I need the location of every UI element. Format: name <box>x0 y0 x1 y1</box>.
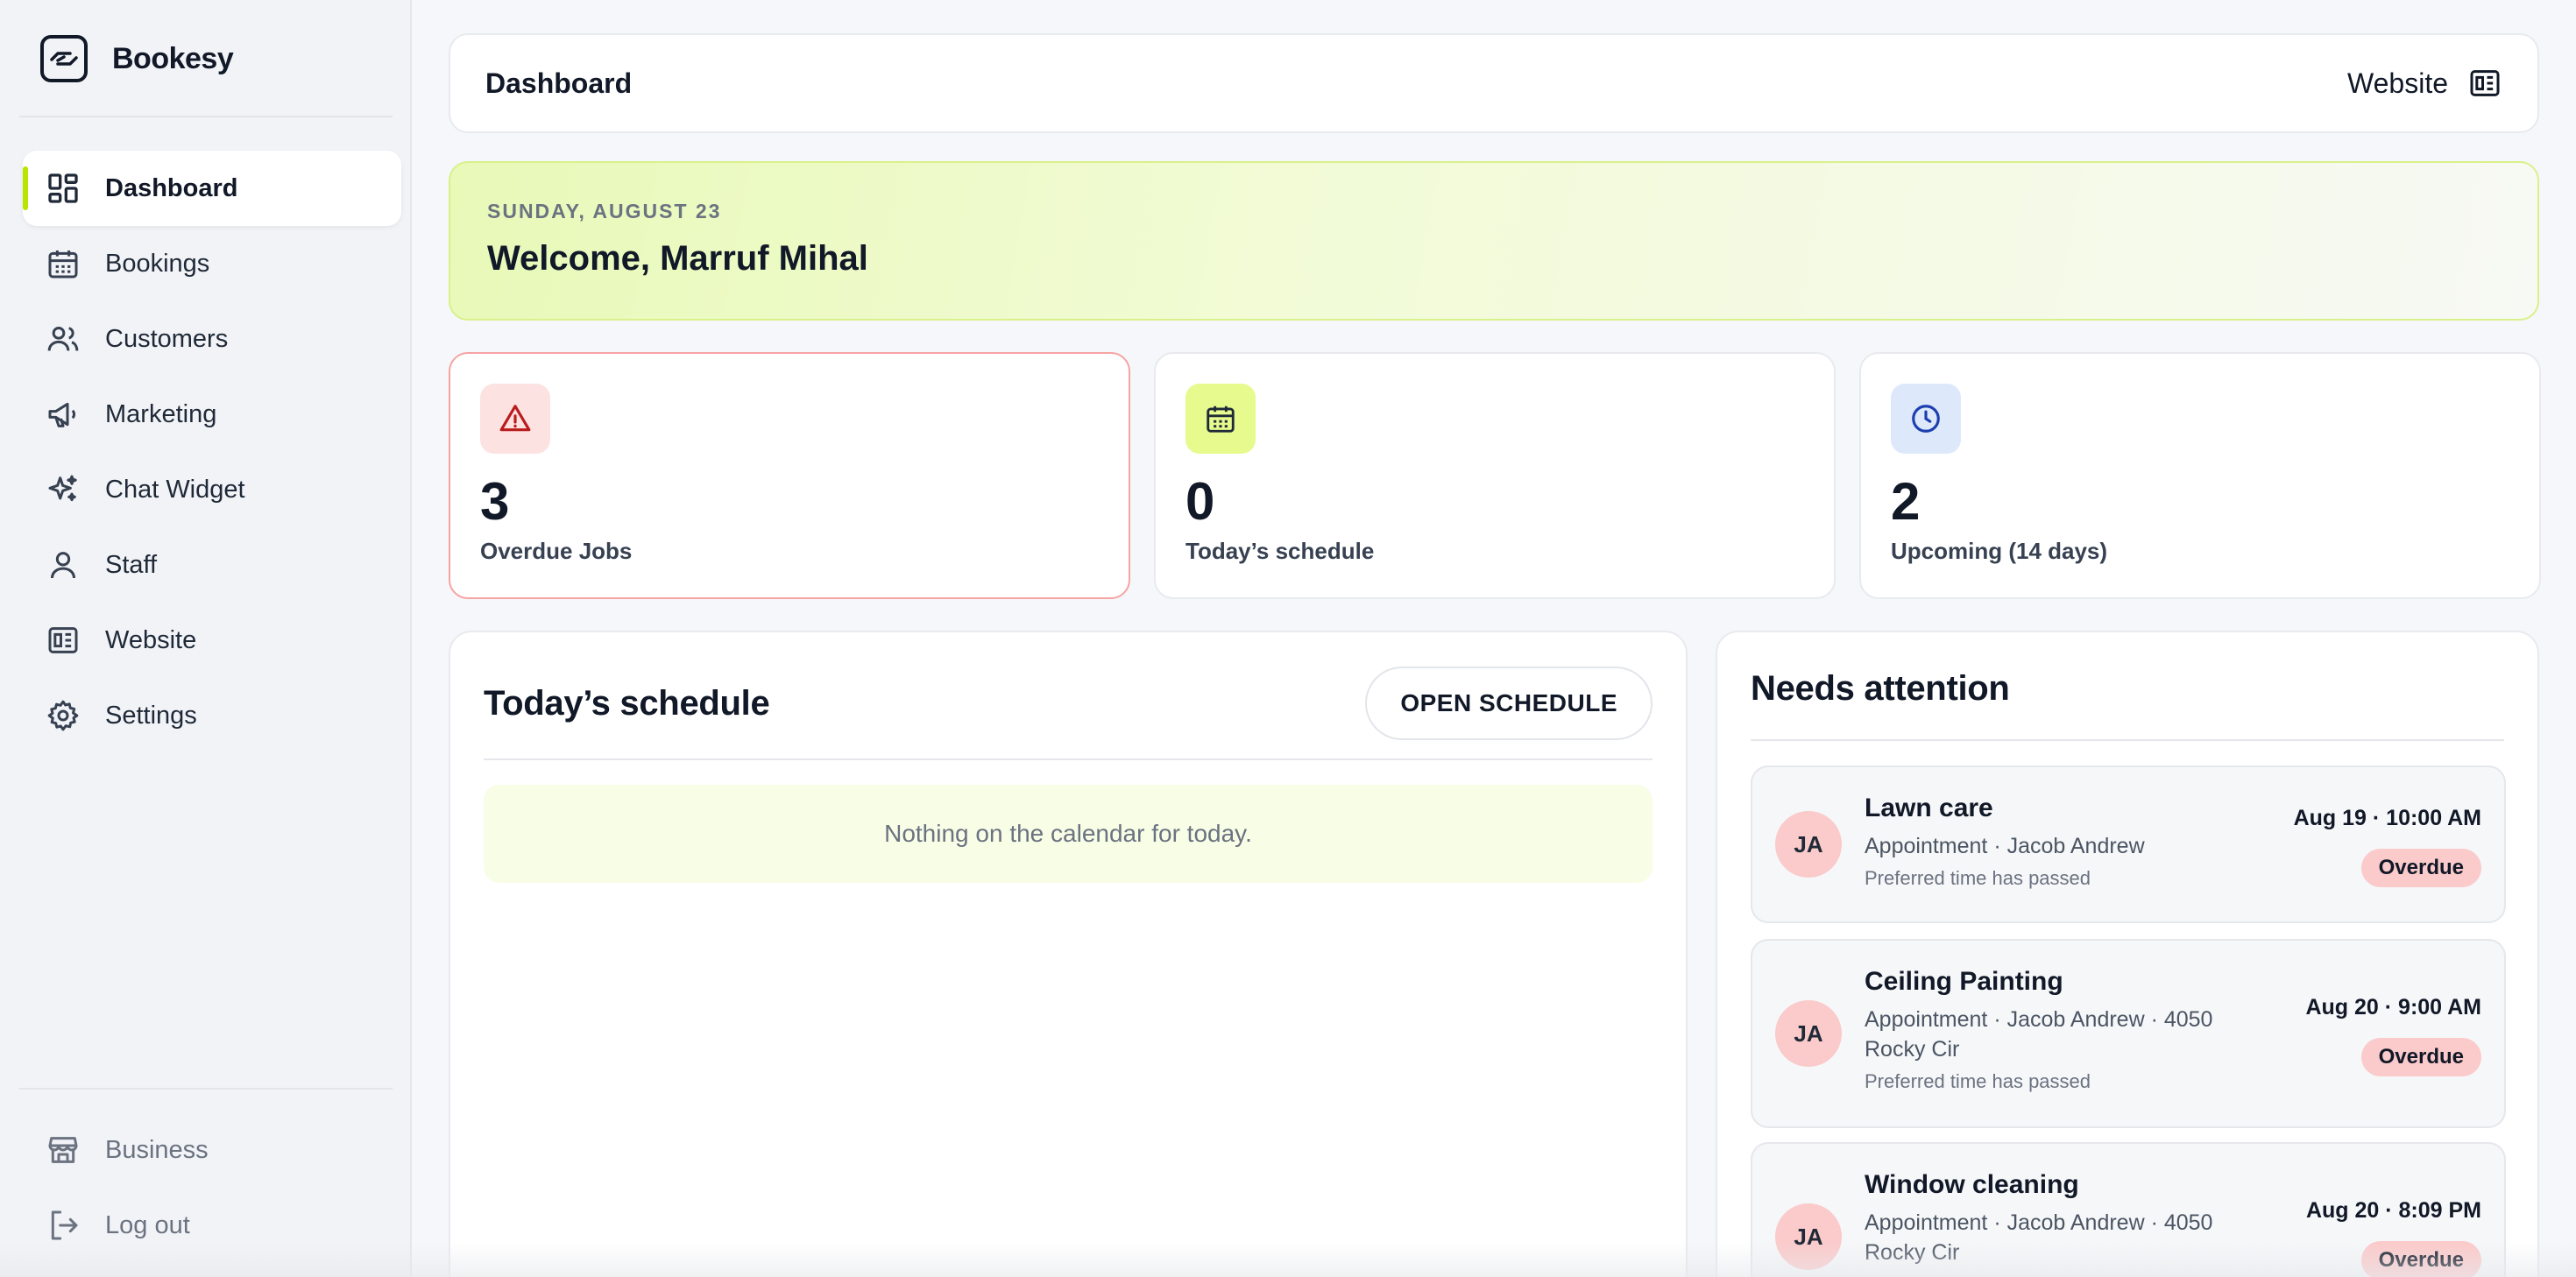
megaphone-icon <box>48 402 76 427</box>
brand[interactable]: Bookesy <box>40 35 234 82</box>
attention-item-ceiling-painting[interactable]: JA Ceiling Painting Appointment · Jacob … <box>1751 939 2506 1128</box>
needs-attention-card: Needs attention JA Lawn care Appointment… <box>1716 631 2539 1277</box>
sidebar-item-bookings[interactable]: Bookings <box>23 226 401 301</box>
status-badge: Overdue <box>2360 849 2481 887</box>
welcome-date: SUNDAY, AUGUST 23 <box>487 200 722 222</box>
avatar: JA <box>1775 1000 1842 1067</box>
sidebar-item-business[interactable]: Business <box>23 1112 401 1188</box>
open-schedule-button[interactable]: OPEN SCHEDULE <box>1365 667 1652 740</box>
sidebar-item-staff[interactable]: Staff <box>23 527 401 603</box>
todays-schedule-card: Today’s schedule OPEN SCHEDULE Nothing o… <box>449 631 1688 1277</box>
attention-item-time: Aug 20 · 9:00 AM <box>2305 995 2481 1019</box>
card-divider <box>1751 739 2504 741</box>
user-icon <box>51 552 75 579</box>
status-badge: Overdue <box>2360 1241 2481 1277</box>
sidebar-item-label: Chat Widget <box>105 475 245 504</box>
sidebar-item-label: Settings <box>105 701 197 730</box>
schedule-empty-state: Nothing on the calendar for today. <box>484 785 1652 883</box>
stat-icon-box <box>480 384 550 454</box>
attention-item-title: Ceiling Painting <box>1865 967 2063 996</box>
schedule-header: Today’s schedule OPEN SCHEDULE <box>484 666 1652 741</box>
sidebar-item-dashboard[interactable]: Dashboard <box>23 151 401 226</box>
avatar: JA <box>1775 811 1842 878</box>
attention-item-desc: Appointment · Jacob Andrew <box>1865 834 2145 858</box>
attention-item-desc: Appointment · Jacob Andrew · 4050 Rocky … <box>1865 1007 2213 1062</box>
attention-item-desc: Appointment · Jacob Andrew · 4050 Rocky … <box>1865 1210 2213 1265</box>
sidebar-item-label: Dashboard <box>105 173 238 202</box>
sidebar-item-label: Website <box>105 625 197 654</box>
stat-overdue-jobs[interactable]: 3 Overdue Jobs <box>449 352 1130 599</box>
attention-item-body: Lawn care Appointment · Jacob Andrew Pre… <box>1865 794 2241 890</box>
sidebar-item-label: Log out <box>105 1210 190 1239</box>
sidebar-item-label: Marketing <box>105 399 217 428</box>
sidebar-item-label: Customers <box>105 324 229 353</box>
sidebar-item-logout[interactable]: Log out <box>23 1188 401 1263</box>
welcome-title: Welcome, Marruf Mihal <box>487 239 868 278</box>
calendar-icon <box>48 250 78 279</box>
stat-icon-box <box>1891 384 1961 454</box>
clock-icon <box>1912 405 1940 433</box>
dashboard-icon <box>48 173 78 203</box>
sidebar-item-label: Business <box>105 1135 209 1164</box>
logout-icon <box>51 1210 78 1240</box>
attention-item-body: Ceiling Painting Appointment · Jacob And… <box>1865 967 2241 1093</box>
stat-label: Upcoming (14 days) <box>1891 538 2108 564</box>
sidebar-item-label: Staff <box>105 550 158 579</box>
attention-item-window-cleaning[interactable]: JA Window cleaning Appointment · Jacob A… <box>1751 1142 2506 1277</box>
sidebar-item-label: Bookings <box>105 249 210 278</box>
attention-item-meta: Aug 20 · 8:09 PM Overdue <box>2306 1198 2481 1277</box>
sidebar-item-chat-widget[interactable]: Chat Widget <box>23 452 401 527</box>
stat-value: 3 <box>480 472 510 531</box>
sidebar-item-marketing[interactable]: Marketing <box>23 377 401 452</box>
page-title: Dashboard <box>485 67 633 99</box>
gear-icon <box>47 700 79 731</box>
top-bar: Dashboard Website <box>449 33 2539 133</box>
welcome-banner: SUNDAY, AUGUST 23 Welcome, Marruf Mihal <box>449 161 2539 321</box>
attention-title: Needs attention <box>1751 669 2010 708</box>
sidebar: Bookesy Dashboard Bookings Customers Mar… <box>0 0 412 1277</box>
attention-item-time: Aug 19 · 10:00 AM <box>2293 806 2481 830</box>
stat-label: Today’s schedule <box>1185 538 1375 564</box>
schedule-title: Today’s schedule <box>484 683 770 723</box>
brand-logo-icon <box>40 35 88 82</box>
sidebar-item-website[interactable]: Website <box>23 603 401 678</box>
status-badge: Overdue <box>2360 1038 2481 1076</box>
store-icon <box>48 1137 78 1163</box>
website-link-label: Website <box>2346 67 2448 99</box>
card-divider <box>484 758 1652 760</box>
avatar: JA <box>1775 1203 1842 1270</box>
attention-item-lawn-care[interactable]: JA Lawn care Appointment · Jacob Andrew … <box>1751 765 2506 923</box>
stat-label: Overdue Jobs <box>480 538 633 564</box>
attention-item-title: Window cleaning <box>1865 1170 2079 1199</box>
attention-item-note: Preferred time has passed <box>1865 866 2091 889</box>
calendar-icon <box>1207 406 1235 433</box>
stat-todays-schedule[interactable]: 0 Today’s schedule <box>1154 352 1836 599</box>
attention-item-meta: Aug 19 · 10:00 AM Overdue <box>2294 806 2481 887</box>
attention-item-time: Aug 20 · 8:09 PM <box>2305 1198 2481 1223</box>
sidebar-divider <box>19 1088 393 1090</box>
attention-item-body: Window cleaning Appointment · Jacob Andr… <box>1865 1170 2241 1268</box>
sidebar-nav: Dashboard Bookings Customers Marketing C… <box>23 151 401 753</box>
stat-upcoming[interactable]: 2 Upcoming (14 days) <box>1859 352 2541 599</box>
attention-item-meta: Aug 20 · 9:00 AM Overdue <box>2305 995 2481 1076</box>
website-icon <box>2470 70 2500 96</box>
attention-item-note: Preferred time has passed <box>1865 1069 2091 1092</box>
users-icon <box>47 327 79 351</box>
website-link[interactable]: Website <box>2347 66 2502 101</box>
sidebar-item-settings[interactable]: Settings <box>23 678 401 753</box>
website-icon <box>48 627 78 653</box>
sidebar-divider <box>19 116 393 117</box>
stat-icon-box <box>1185 384 1256 454</box>
brand-name: Bookesy <box>112 41 234 75</box>
sidebar-item-customers[interactable]: Customers <box>23 301 401 377</box>
stat-value: 0 <box>1185 472 1215 531</box>
alert-triangle-icon <box>499 405 531 432</box>
attention-item-title: Lawn care <box>1865 794 1993 822</box>
stat-value: 2 <box>1891 472 1921 531</box>
sidebar-bottom: Business Log out <box>23 1112 401 1263</box>
sparkles-icon <box>48 475 77 502</box>
